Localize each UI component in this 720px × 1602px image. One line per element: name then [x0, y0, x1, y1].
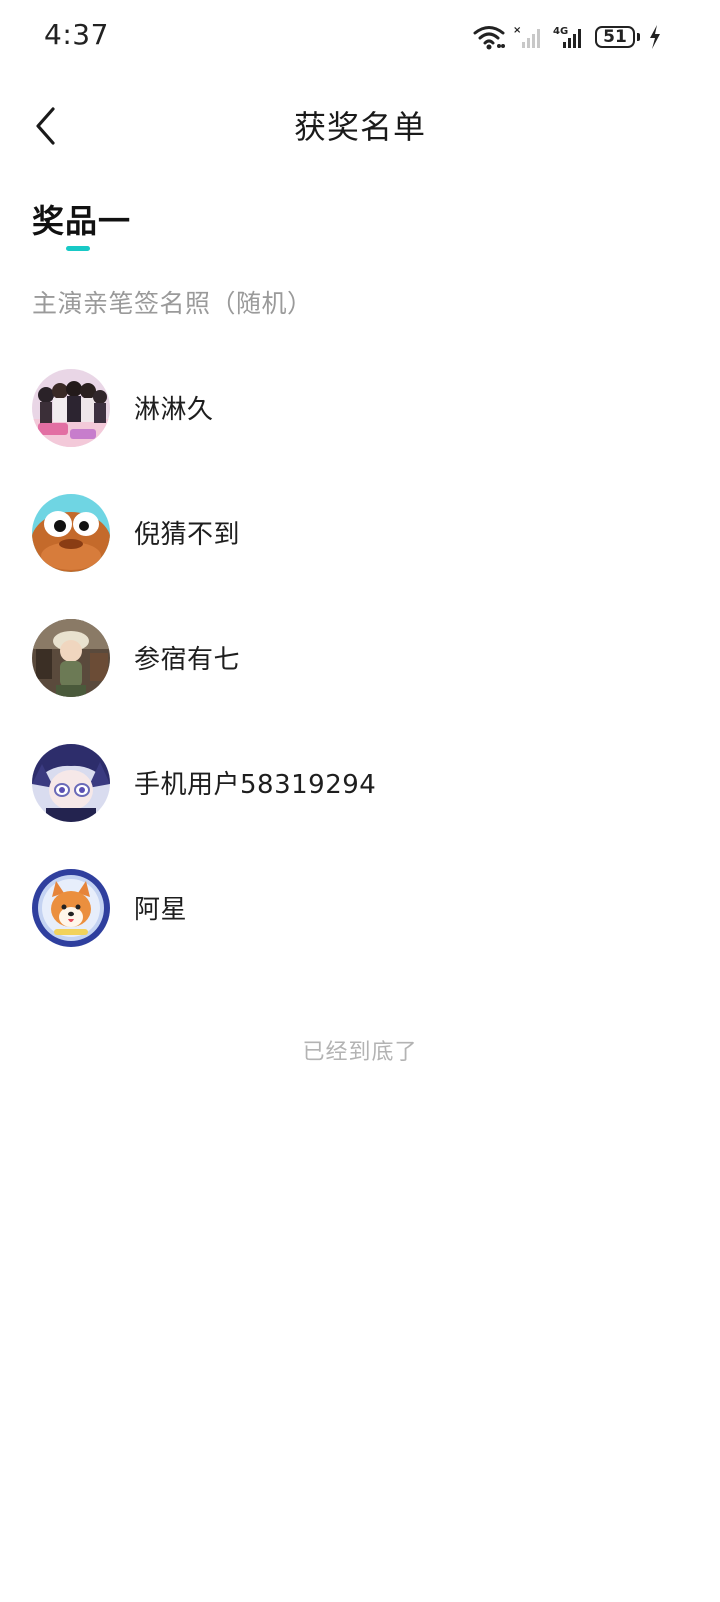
- group-photo-avatar[interactable]: [32, 368, 110, 447]
- cartoon-duck-avatar[interactable]: [32, 493, 110, 572]
- battery-level: 51: [595, 26, 635, 48]
- winner-list: 淋淋久 倪猜不到 参宿有七 手机用户58319294 阿星: [0, 345, 720, 970]
- winner-name: 手机用户58319294: [134, 770, 377, 800]
- status-time: 4:37: [44, 18, 109, 51]
- shiba-dog-avatar[interactable]: [32, 868, 110, 947]
- signal-no-sim-icon: ×: [513, 24, 545, 50]
- page-title: 获奖名单: [293, 108, 426, 146]
- tab-prize-one[interactable]: 奖品一: [32, 196, 131, 242]
- battery-icon: 51: [595, 26, 640, 48]
- figurine-avatar[interactable]: [32, 618, 110, 697]
- charging-icon: [648, 24, 662, 50]
- page-header: 获奖名单: [0, 88, 720, 164]
- anime-character-avatar[interactable]: [32, 743, 110, 822]
- winner-name: 倪猜不到: [134, 520, 241, 550]
- list-item[interactable]: 淋淋久: [0, 345, 720, 470]
- tab-indicator: [66, 246, 90, 251]
- svg-text:×: ×: [513, 25, 521, 36]
- end-of-list-text: 已经到底了: [302, 1040, 418, 1065]
- list-item[interactable]: 阿星: [0, 845, 720, 970]
- svg-text:4G: 4G: [553, 26, 568, 37]
- list-item[interactable]: 倪猜不到: [0, 470, 720, 595]
- list-item[interactable]: 参宿有七: [0, 595, 720, 720]
- wifi-icon: [473, 24, 505, 50]
- winner-name: 阿星: [134, 895, 188, 925]
- list-item[interactable]: 手机用户58319294: [0, 720, 720, 845]
- prize-description: 主演亲笔签名照（随机）: [32, 289, 313, 318]
- winner-name: 淋淋久: [134, 395, 214, 425]
- status-icons: × 4G 51: [473, 22, 662, 52]
- winner-name: 参宿有七: [134, 645, 241, 675]
- status-bar: 4:37 × 4G 51: [0, 0, 720, 76]
- signal-4g-icon: 4G: [553, 24, 587, 50]
